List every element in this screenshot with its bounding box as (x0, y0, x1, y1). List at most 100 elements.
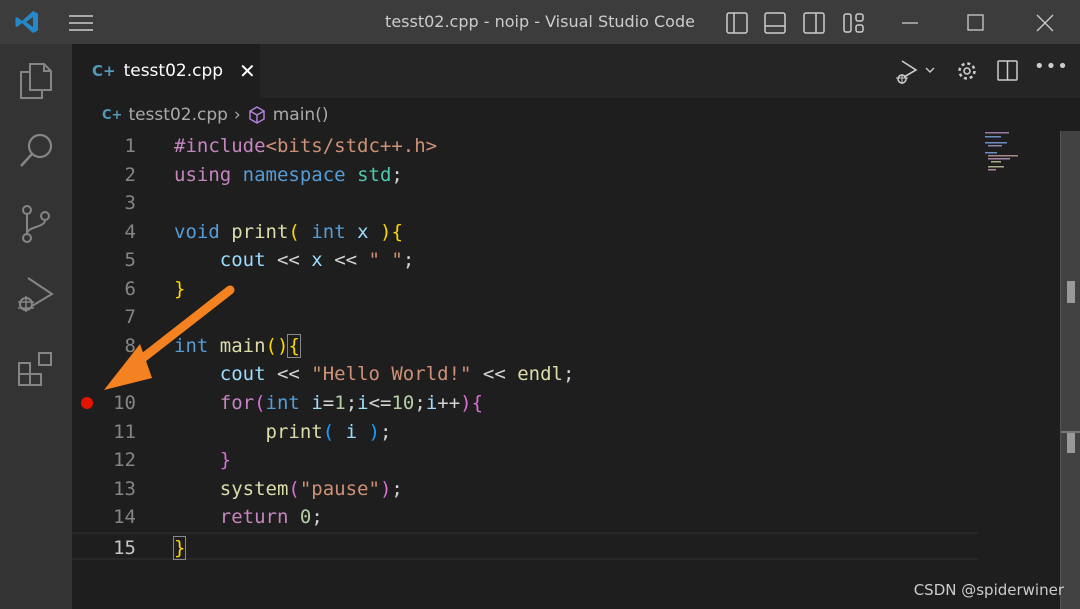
tab-bar: C+ tesst02.cpp ✕ ••• (72, 44, 1080, 98)
code-token: using (174, 163, 232, 186)
title-bar: tesst02.cpp - noip - Visual Studio Code (0, 0, 1080, 44)
scrollbar-marker (1067, 281, 1075, 303)
minimap[interactable] (983, 132, 1023, 172)
tab-label: tesst02.cpp (123, 61, 224, 81)
code-line[interactable]: 12 } (72, 446, 978, 475)
code-line[interactable]: 13 system("pause"); (72, 475, 978, 504)
breakpoint-icon[interactable] (81, 396, 93, 409)
code-line[interactable]: 2 using namespace std; (72, 161, 978, 190)
line-number[interactable]: 3 (72, 189, 136, 218)
line-number[interactable]: 15 (72, 534, 136, 563)
line-number[interactable]: 5 (72, 246, 136, 275)
code-text: system("pause"); (174, 475, 403, 504)
cpp-file-icon: C+ (92, 62, 116, 80)
code-token: ( (254, 391, 266, 414)
code-token: " " (368, 249, 403, 272)
code-line[interactable]: 6} (72, 275, 978, 304)
code-line[interactable]: 8 int main(){ (72, 332, 978, 361)
code-text: #include<bits/stdc++.h> (174, 132, 437, 161)
settings-gear-icon[interactable] (956, 60, 978, 82)
code-token: () (265, 334, 289, 357)
vertical-scrollbar[interactable] (1060, 131, 1080, 609)
code-token: x (311, 249, 323, 272)
breadcrumb-symbol[interactable]: main() (273, 105, 329, 125)
code-text: } (174, 446, 231, 475)
more-actions-icon[interactable]: ••• (1034, 56, 1069, 77)
code-token: ( (288, 477, 300, 500)
code-line[interactable]: 11 print( i ); (72, 418, 978, 447)
watermark: CSDN @spiderwiner (913, 581, 1064, 599)
close-window-icon[interactable] (1036, 14, 1054, 32)
code-token: int (265, 391, 300, 414)
line-number[interactable]: 13 (72, 475, 136, 504)
code-line[interactable]: 1 #include<bits/stdc++.h> (72, 132, 978, 161)
code-token: } (174, 277, 186, 300)
code-line[interactable]: 15} (72, 531, 978, 563)
code-line[interactable]: 4 void print( int x ){ (72, 218, 978, 247)
code-line[interactable]: 10 for(int i=1;i<=10;i++){ (72, 389, 978, 418)
code-token: cout (219, 363, 266, 386)
code-token: ) (460, 391, 472, 414)
code-line[interactable]: 5 cout << x << " "; (72, 246, 978, 275)
line-number[interactable]: 4 (72, 218, 136, 247)
cpp-file-icon: C+ (102, 107, 123, 123)
code-token: print (265, 420, 323, 443)
code-line[interactable]: 7 (72, 303, 978, 332)
code-token: ; (311, 506, 323, 529)
code-line[interactable]: 14 return 0; (72, 503, 978, 532)
line-number[interactable]: 11 (72, 418, 136, 447)
code-text: int main(){ (174, 332, 301, 361)
code-token: i (345, 420, 358, 443)
code-line[interactable]: 3 (72, 189, 978, 218)
close-tab-icon[interactable]: ✕ (239, 59, 256, 83)
code-token: cout (219, 249, 266, 272)
customize-layout-icon[interactable] (843, 12, 865, 34)
split-editor-icon[interactable] (997, 60, 1019, 82)
code-token: return (219, 506, 289, 529)
code-token: ) (368, 420, 380, 443)
code-token: i (425, 391, 438, 414)
toggle-primary-sidebar-icon[interactable] (726, 12, 748, 34)
code-text: print( i ); (174, 418, 392, 447)
code-token: << (265, 249, 312, 272)
breadcrumb: C+ tesst02.cpp › main() (72, 98, 328, 132)
code-line[interactable]: 9 cout << "Hello World!" << endl; (72, 360, 978, 389)
line-number[interactable]: 2 (72, 161, 136, 190)
search-icon[interactable] (18, 132, 56, 170)
code-token: "pause" (299, 477, 380, 500)
breadcrumb-file[interactable]: tesst02.cpp (128, 105, 227, 125)
code-token: } (219, 449, 232, 472)
minimize-icon[interactable] (900, 12, 920, 32)
code-token: <= (368, 391, 392, 414)
code-text: void print( int x ){ (174, 218, 403, 247)
code-token: << (265, 363, 312, 386)
toggle-secondary-sidebar-icon[interactable] (803, 12, 825, 34)
code-editor[interactable]: 1 #include<bits/stdc++.h> 2 using namespace… (72, 132, 1060, 609)
source-control-icon[interactable] (18, 204, 54, 244)
symbol-method-cube-icon (248, 106, 265, 124)
run-debug-dropdown-icon[interactable] (894, 58, 940, 86)
code-token: = (322, 391, 335, 414)
line-number[interactable]: 14 (72, 503, 136, 532)
code-text: cout << x << " "; (174, 246, 415, 275)
line-number[interactable]: 1 (72, 132, 136, 161)
extensions-icon[interactable] (17, 349, 57, 389)
line-number[interactable]: 7 (72, 303, 136, 332)
code-text: using namespace std; (174, 161, 403, 190)
line-number[interactable]: 8 (72, 332, 136, 361)
explorer-icon[interactable] (18, 62, 54, 100)
line-number[interactable]: 12 (72, 446, 136, 475)
toggle-panel-icon[interactable] (764, 12, 786, 34)
code-token: 0 (299, 506, 312, 529)
run-and-debug-icon[interactable] (16, 274, 56, 314)
maximize-icon[interactable] (967, 14, 985, 32)
code-token: ; (391, 477, 403, 500)
tab-tesst02-cpp[interactable]: C+ tesst02.cpp ✕ (72, 44, 260, 98)
line-number[interactable]: 6 (72, 275, 136, 304)
code-token: #include (174, 135, 266, 157)
